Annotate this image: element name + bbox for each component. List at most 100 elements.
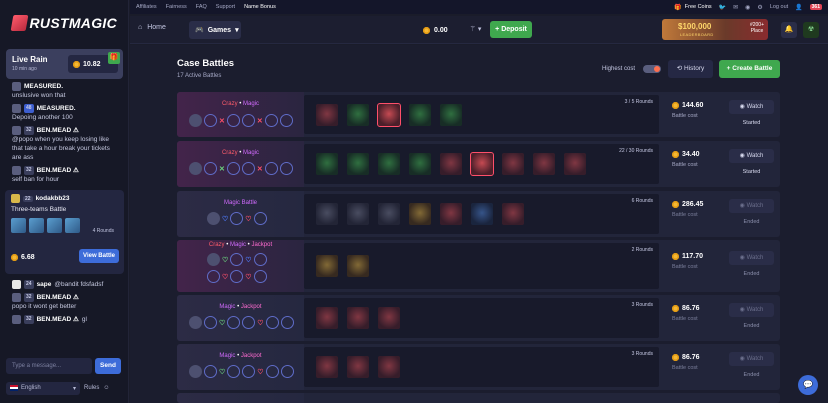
logo[interactable]: RUSTMAGIC <box>10 11 117 35</box>
battle-cases: 3 Rounds <box>304 347 659 387</box>
battle-cases: 22 / 30 Rounds <box>304 144 659 184</box>
link-fairness[interactable]: Fairness <box>166 4 187 10</box>
nav-home[interactable]: ⌂ Home <box>138 24 166 31</box>
emoji-icon[interactable]: ☺ <box>103 385 109 391</box>
battle-cases: 3 / 5 Rounds <box>304 95 659 134</box>
versus-icon: ✕ <box>219 165 225 173</box>
battle-cost: 286.45 Battle cost <box>672 201 704 218</box>
coin-icon <box>672 253 679 260</box>
case-item <box>316 307 338 329</box>
player-slot <box>227 365 241 378</box>
versus-icon: ✕ <box>219 117 225 125</box>
case-item <box>378 203 400 225</box>
watch-button[interactable]: ◉ Watch <box>729 303 774 317</box>
battle-status: Ended <box>743 271 760 277</box>
case-thumb <box>11 218 26 233</box>
battle-action: ◉ Watch Ended <box>729 199 774 225</box>
player-slot <box>204 365 217 378</box>
case-item <box>316 356 338 378</box>
avatar <box>12 104 21 113</box>
gift-icon[interactable]: 🎁 <box>108 52 120 64</box>
player-slot <box>253 270 267 283</box>
player-slot <box>207 270 220 283</box>
discord-icon[interactable]: ◉ <box>745 4 750 11</box>
chat-message: 48 MEASURED. Depoing another 100 <box>12 104 76 121</box>
watch-button[interactable]: ◉ Watch <box>729 251 774 265</box>
history-button[interactable]: ⟲ History <box>668 60 713 78</box>
battle-row[interactable]: Crazy • Magic ✕ ✕ 22 / 30 Rounds 34.40 Ba… <box>177 141 780 187</box>
battle-cost: 86.76 Battle cost <box>672 305 700 322</box>
case-item <box>316 153 338 175</box>
battle-action: ◉ Watch Ended <box>729 303 774 329</box>
battle-row[interactable]: Magic • Jackpot ♡ ♡ 3 Rounds 86.76 Battle… <box>177 295 780 341</box>
steam-icon[interactable]: ⚙ <box>757 4 762 11</box>
battle-card-rounds: 4 Rounds <box>92 228 114 234</box>
watch-button[interactable]: ◉ Watch <box>729 149 774 163</box>
player-slot <box>241 162 255 175</box>
link-support[interactable]: Support <box>216 4 235 10</box>
case-item <box>564 153 586 175</box>
user-avatar[interactable]: ☢ <box>803 22 819 38</box>
case-item <box>378 307 400 329</box>
coin-icon <box>672 102 679 109</box>
chat-message: 32 BEN.MEAD ⚠ @popo when you keep losing … <box>12 126 110 161</box>
battle-row[interactable]: Magic Battle ♡ ♡ 6 Rounds 286.45 Battle c… <box>177 191 780 237</box>
link-affiliates[interactable]: Affiliates <box>136 4 157 10</box>
leaderboard-promo[interactable]: $100,000 LEADERBOARD #200+ Place <box>662 19 768 40</box>
player-slot <box>241 114 255 127</box>
logout-link[interactable]: Log out <box>770 4 788 10</box>
support-chat-icon[interactable]: 💬 <box>798 375 818 395</box>
create-battle-button[interactable]: + Create Battle <box>719 60 780 78</box>
coin-icon <box>672 201 679 208</box>
chat-message: MEASURED. unslusive won that <box>12 82 66 99</box>
battle-players: ♡ ♡ <box>189 365 294 378</box>
battle-rounds: 6 Rounds <box>631 198 653 204</box>
case-item <box>347 203 369 225</box>
level-badge: 24 <box>24 280 34 289</box>
avatar <box>12 82 21 91</box>
chat-message: 32 BEN.MEAD ⚠ self ban for hour <box>12 166 79 183</box>
twitter-icon[interactable]: 🐦 <box>719 4 726 11</box>
highest-cost-toggle[interactable] <box>643 65 661 73</box>
link-faq[interactable]: FAQ <box>196 4 207 10</box>
balance-display: 0.00 <box>423 21 463 39</box>
battle-row[interactable] <box>177 393 780 403</box>
versus-icon: ♡ <box>219 368 226 376</box>
send-button[interactable]: Send <box>95 358 121 374</box>
battle-row[interactable]: Magic • Jackpot ♡ ♡ 3 Rounds 86.76 Battle… <box>177 344 780 390</box>
link-name-bonus[interactable]: Name Bonus <box>244 4 276 10</box>
top-strip: Affiliates Fairness FAQ Support Name Bon… <box>130 0 828 14</box>
player-slot <box>204 316 217 329</box>
deposit-button[interactable]: + Deposit <box>490 21 532 38</box>
case-item <box>347 153 369 175</box>
rules-link[interactable]: Rules <box>84 385 99 391</box>
battle-status: Started <box>742 120 761 126</box>
avatar <box>189 162 202 175</box>
mail-icon[interactable]: ✉ <box>733 4 738 11</box>
nav-games[interactable]: 🎮 Games ▾ <box>189 21 241 39</box>
bell-icon[interactable]: 🔔 <box>781 22 797 38</box>
wallet-dropdown[interactable]: ⚚ ▾ <box>463 21 488 39</box>
language-select[interactable]: English ▾ <box>6 381 80 395</box>
player-slot <box>242 365 256 378</box>
battle-card-price: 6.68 <box>11 254 35 261</box>
player-slot <box>279 162 293 175</box>
battle-row[interactable]: Crazy • Magic ✕ ✕ 3 / 5 Rounds 144.60 Bat… <box>177 92 780 137</box>
watch-button[interactable]: ◉ Watch <box>729 352 774 366</box>
battle-row[interactable]: Crazy • Magic • Jackpot ♡ ♡ ♡ ♡ 2 Rounds… <box>177 240 780 292</box>
watch-button[interactable]: ◉ Watch <box>729 199 774 213</box>
view-battle-button[interactable]: View Battle <box>79 249 119 263</box>
battle-players: ♡ ♡ <box>189 316 294 329</box>
chat-message: 32 BEN.MEAD ⚠ gl <box>0 313 129 326</box>
chat-input[interactable]: Type a message... <box>6 358 92 374</box>
avatar <box>189 365 202 378</box>
live-rain-title: Live Rain <box>12 55 48 64</box>
free-coins-link[interactable]: 🎁 Free Coins <box>674 4 711 11</box>
watch-button[interactable]: ◉ Watch <box>729 100 774 114</box>
versus-icon: ♡ <box>222 256 229 264</box>
case-item <box>347 255 369 277</box>
player-slot <box>204 162 217 175</box>
sidebar-footer: English ▾ Rules ☺ <box>0 380 129 396</box>
versus-icon: ♡ <box>245 215 252 223</box>
case-item <box>377 102 401 127</box>
